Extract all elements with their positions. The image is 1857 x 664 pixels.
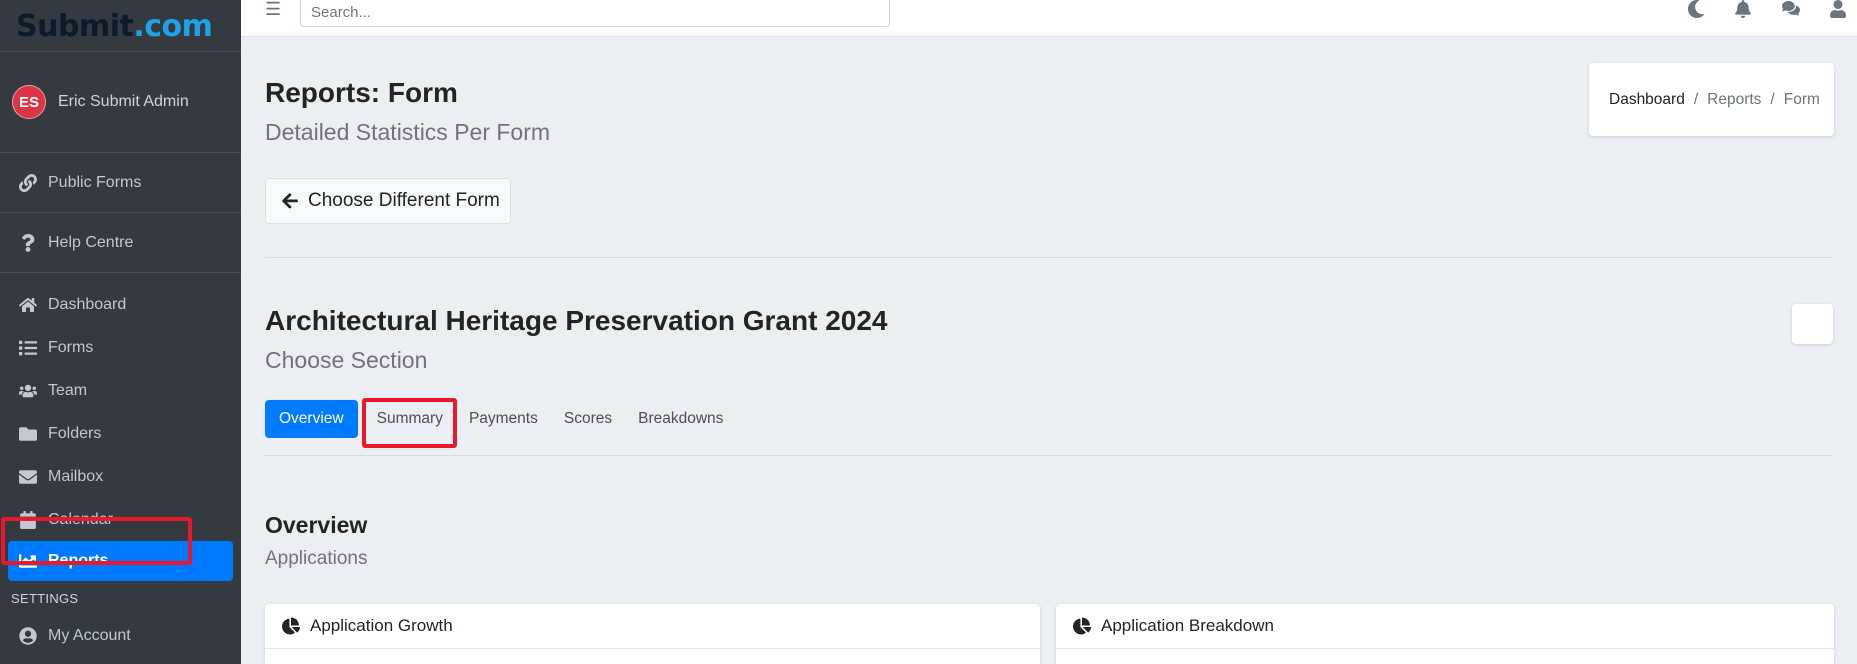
brand-logo[interactable]: Submit.com [0,0,241,52]
page-subtitle: Detailed Statistics Per Form [265,119,551,145]
user-icon[interactable] [1829,0,1847,18]
back-button-label: Choose Different Form [308,190,500,211]
sidebar-item-label: Calendar [48,510,113,528]
top-navbar: ☰ [241,0,1857,37]
breadcrumb-form: Form [1783,90,1820,108]
comments-icon[interactable] [1781,0,1800,18]
link-icon [19,173,37,192]
breadcrumb-reports[interactable]: Reports [1707,91,1761,109]
sidebar: Submit.com ES Eric Submit Admin Public F… [0,0,241,664]
avatar[interactable]: ES [12,85,46,119]
calendar-icon [20,510,36,529]
sidebar-item-label: Mailbox [48,467,104,485]
question-icon [22,233,35,252]
tab-summary[interactable]: Summary [364,400,456,438]
bell-icon[interactable] [1734,0,1752,18]
sidebar-item-label: Team [48,381,88,399]
sidebar-item-label: My Account [48,626,131,644]
divider [265,455,1833,456]
pie-chart-icon [1073,617,1091,635]
sidebar-item-label: Forms [48,338,94,356]
sidebar-item-label: Public Forms [48,173,142,191]
card-header: Application Growth [265,604,1040,649]
home-icon [19,297,37,312]
chart-bar-icon [19,554,37,568]
section-tabs: Overview Summary Payments Scores Breakdo… [265,399,736,439]
section-subtitle: Applications [265,548,368,569]
form-title: Architectural Heritage Preservation Gran… [265,305,888,336]
card-title: Application Breakdown [1101,616,1274,635]
sidebar-item-folders[interactable]: Folders [0,412,241,455]
user-circle-icon [19,626,37,645]
brand-domain: .com [133,9,213,44]
user-panel[interactable]: ES Eric Submit Admin [0,52,241,153]
divider [265,257,1833,258]
sidebar-item-label: Reports [48,552,109,569]
search-input[interactable] [300,0,890,27]
envelope-icon [19,469,37,484]
users-icon [19,384,37,397]
page-title: Reports: Form [265,77,458,108]
list-icon [19,340,37,355]
tab-overview[interactable]: Overview [265,400,358,438]
sidebar-item-label: Folders [48,424,102,442]
section-title: Overview [265,512,368,538]
breadcrumb: Dashboard / Reports / Form [1589,63,1834,136]
sidebar-item-forms[interactable]: Forms [0,326,241,369]
tab-scores[interactable]: Scores [551,400,625,438]
card-header: Application Breakdown [1056,604,1834,649]
sidebar-item-my-account[interactable]: My Account [0,614,241,657]
choose-different-form-button[interactable]: Choose Different Form [265,178,511,224]
sidebar-item-public-forms[interactable]: Public Forms [0,153,241,213]
sidebar-item-team[interactable]: Team [0,369,241,412]
breadcrumb-separator: / [1770,90,1775,108]
user-name[interactable]: Eric Submit Admin [58,93,189,111]
arrow-left-icon [282,193,298,209]
form-subtitle: Choose Section [265,347,428,373]
card-title: Application Growth [310,616,453,635]
tab-payments[interactable]: Payments [456,400,551,438]
sidebar-item-reports[interactable]: Reports [8,541,233,581]
folder-icon [19,426,37,441]
moon-icon[interactable] [1687,0,1705,18]
sidebar-item-mailbox[interactable]: Mailbox [0,455,241,498]
application-growth-card: Application Growth [265,604,1040,664]
form-options-button[interactable] [1792,304,1833,344]
sidebar-item-calendar[interactable]: Calendar [0,498,241,541]
application-breakdown-card: Application Breakdown [1056,604,1834,664]
breadcrumb-dashboard[interactable]: Dashboard [1609,91,1685,109]
tab-breakdowns[interactable]: Breakdowns [625,400,736,438]
sidebar-item-help-centre[interactable]: Help Centre [0,213,241,273]
settings-header: SETTINGS [11,591,79,606]
sidebar-item-label: Help Centre [48,233,134,251]
pie-chart-icon [282,617,300,635]
sidebar-item-dashboard[interactable]: Dashboard [0,283,241,326]
brand-name: Submit [16,9,134,44]
menu-toggle-icon[interactable]: ☰ [265,0,281,18]
breadcrumb-separator: / [1693,90,1699,108]
sidebar-item-label: Dashboard [48,295,127,313]
